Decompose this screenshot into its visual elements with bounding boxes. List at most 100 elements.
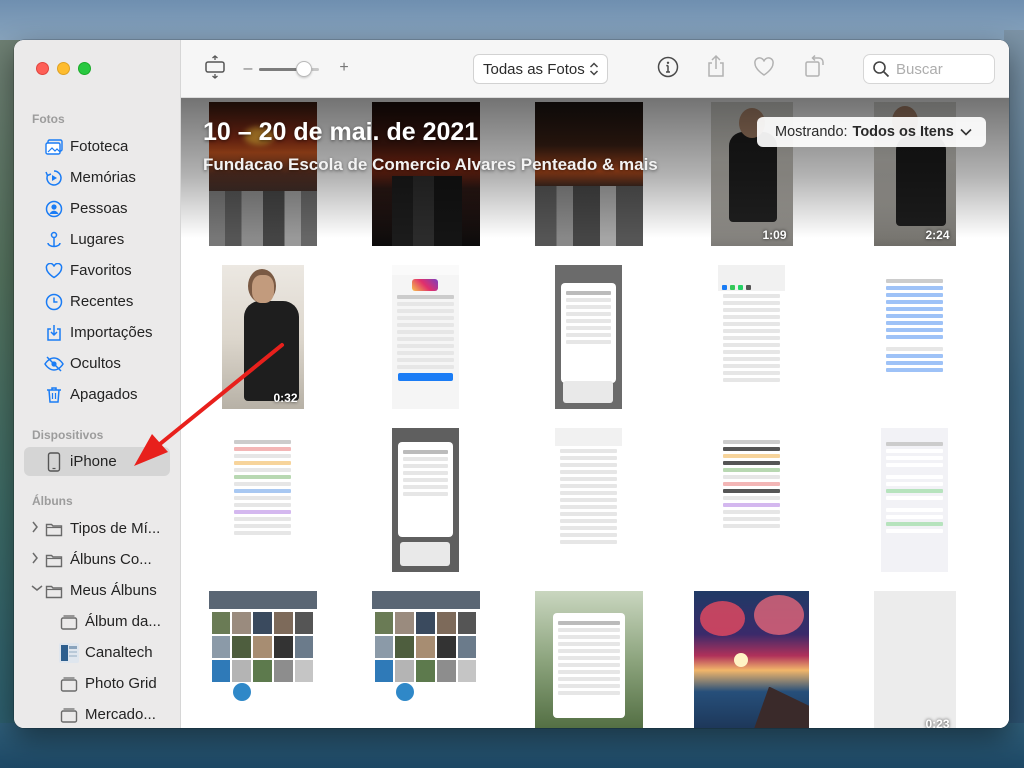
minimize-button[interactable] — [57, 62, 70, 75]
video-thumbnail[interactable]: 0:23 — [833, 581, 996, 728]
sidebar-item-favoritos[interactable]: Favoritos — [24, 256, 170, 285]
photo-thumbnail[interactable] — [507, 98, 670, 255]
import-icon — [44, 323, 64, 343]
zoom-slider-knob[interactable] — [296, 61, 312, 77]
eye-hidden-icon — [44, 354, 64, 374]
trash-icon — [44, 385, 64, 405]
sidebar-item-importacoes[interactable]: Importações — [24, 318, 170, 347]
sidebar-item-label: Álbum da... — [85, 613, 161, 630]
video-thumbnail[interactable]: 0:32 — [181, 255, 344, 418]
screenshot-thumbnail[interactable] — [833, 418, 996, 581]
zoom-button[interactable] — [78, 62, 91, 75]
sidebar-item-album-da[interactable]: Álbum da... — [39, 607, 170, 636]
folder-icon — [44, 550, 64, 570]
sidebar-item-label: Importações — [70, 324, 153, 341]
sidebar-item-label: Lugares — [70, 231, 125, 248]
sidebar-item-ocultos[interactable]: Ocultos — [24, 349, 170, 378]
window-controls — [36, 62, 91, 75]
folder-icon — [44, 581, 64, 601]
aspect-toggle-button[interactable] — [203, 54, 227, 84]
sidebar-item-label: Pessoas — [70, 200, 128, 217]
section-label-albuns: Álbuns — [32, 494, 73, 508]
sidebar-item-recentes[interactable]: Recentes — [24, 287, 170, 316]
sidebar-item-label: iPhone — [70, 453, 117, 470]
sidebar-item-label: Recentes — [70, 293, 134, 310]
screenshot-thumbnail[interactable] — [181, 418, 344, 581]
zoom-in-icon[interactable]: + — [337, 59, 351, 77]
search-field[interactable]: Buscar — [863, 54, 995, 84]
chevron-down-icon — [960, 128, 972, 136]
sidebar-item-photo-grid[interactable]: Photo Grid — [39, 669, 170, 698]
screenshot-thumbnail[interactable] — [670, 255, 833, 418]
photos-library-icon — [44, 137, 64, 157]
screenshot-image — [555, 264, 622, 409]
screenshot-image — [881, 427, 948, 572]
desktop-wallpaper-bottom — [0, 723, 1024, 768]
screenshot-image — [718, 264, 785, 409]
search-input[interactable]: Buscar — [896, 61, 943, 78]
chevron-right-icon[interactable] — [31, 552, 39, 567]
sidebar-item-label: Canaltech — [85, 644, 153, 661]
close-button[interactable] — [36, 62, 49, 75]
chevron-down-icon[interactable] — [31, 583, 43, 595]
showing-label: Mostrando: — [775, 124, 848, 140]
screenshot-thumbnail[interactable] — [507, 581, 670, 728]
sidebar-item-apagados[interactable]: Apagados — [24, 380, 170, 409]
video-duration: 2:24 — [925, 227, 950, 242]
heart-icon — [44, 261, 64, 281]
video-duration: 0:32 — [273, 390, 298, 405]
view-filter-popup[interactable]: Todas as Fotos — [473, 54, 608, 84]
showing-value: Todos os Itens — [852, 124, 954, 140]
chevron-right-icon[interactable] — [31, 521, 39, 536]
screenshot-image — [392, 427, 459, 572]
share-button[interactable] — [705, 54, 727, 83]
sidebar-item-label: Memórias — [70, 169, 136, 186]
sidebar-item-lugares[interactable]: Lugares — [24, 225, 170, 254]
screenshot-image — [718, 427, 785, 572]
sidebar-item-label: Apagados — [70, 386, 138, 403]
search-icon — [872, 60, 890, 78]
sidebar-item-meus-albuns[interactable]: Meus Álbuns — [24, 576, 170, 605]
photo-grid: 1:09 2:24 10 – 20 de mai. de 2021 Fundac… — [181, 98, 1009, 728]
screenshot-image — [229, 427, 296, 572]
clock-icon — [44, 292, 64, 312]
screenshot-image — [392, 264, 459, 409]
sidebar-item-label: Fototeca — [70, 138, 129, 155]
screenshot-thumbnail[interactable] — [344, 255, 507, 418]
album-icon — [59, 705, 79, 725]
sidebar-item-tipos-de-midia[interactable]: Tipos de Mí... — [24, 514, 170, 543]
screenshot-thumbnail[interactable] — [344, 418, 507, 581]
screenshot-thumbnail[interactable] — [507, 255, 670, 418]
video-duration: 0:23 — [925, 716, 950, 729]
sidebar-item-albuns-compartilhados[interactable]: Álbuns Co... — [24, 545, 170, 574]
sidebar-item-mercado[interactable]: Mercado... — [39, 700, 170, 728]
favorite-button[interactable] — [752, 56, 776, 82]
rotate-button[interactable] — [803, 54, 827, 80]
screenshot-thumbnail[interactable] — [507, 418, 670, 581]
sidebar-item-pessoas[interactable]: Pessoas — [24, 194, 170, 223]
screenshot-thumbnail[interactable] — [833, 255, 996, 418]
moment-date-title: 10 – 20 de mai. de 2021 — [203, 118, 479, 146]
folder-icon — [44, 519, 64, 539]
main-content: – + Todas as Fotos Buscar 1:09 2:24 10 –… — [181, 40, 1009, 728]
screenshot-thumbnail[interactable] — [344, 581, 507, 728]
screenshot-image — [534, 590, 643, 728]
screenshot-thumbnail[interactable] — [670, 418, 833, 581]
sidebar-item-canaltech[interactable]: Canaltech — [39, 638, 170, 667]
screenshot-thumbnail[interactable] — [181, 581, 344, 728]
sidebar-item-memorias[interactable]: Memórias — [24, 163, 170, 192]
zoom-out-icon[interactable]: – — [243, 60, 253, 78]
info-button[interactable] — [657, 56, 679, 80]
moment-location: Fundacao Escola de Comercio Alvares Pent… — [203, 155, 658, 174]
sidebar-item-label: Photo Grid — [85, 675, 157, 692]
view-filter-label: Todas as Fotos — [483, 60, 585, 78]
heart-icon — [753, 56, 775, 82]
sidebar-item-fototeca[interactable]: Fototeca — [24, 132, 170, 161]
share-icon — [706, 54, 726, 83]
sidebar-item-iphone[interactable]: iPhone — [24, 447, 170, 476]
aspect-icon — [204, 54, 226, 84]
showing-filter-button[interactable]: Mostrando: Todos os Itens — [757, 117, 986, 147]
album-thumbnail — [59, 642, 79, 663]
iphone-icon — [44, 451, 64, 472]
photo-thumbnail[interactable] — [670, 581, 833, 728]
